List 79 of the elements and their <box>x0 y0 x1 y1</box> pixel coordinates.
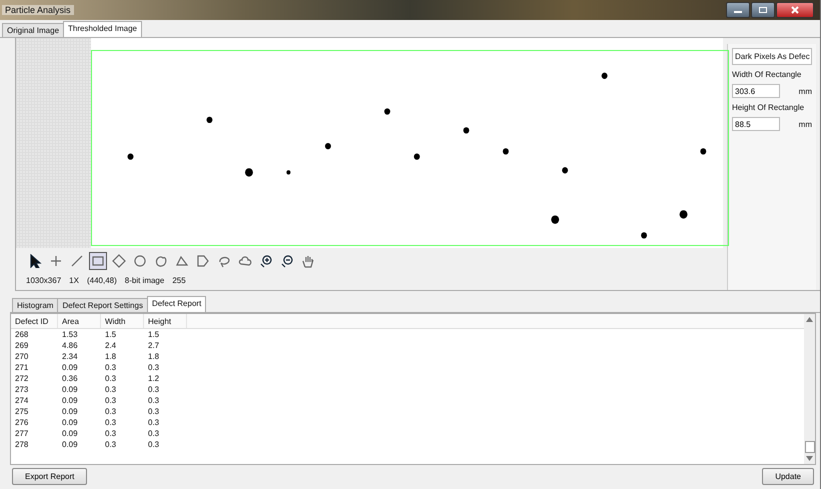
status-text: (440,48) <box>86 276 117 285</box>
table-cell-text: 268 <box>14 330 30 339</box>
table-cell-text: 0.3 <box>104 407 118 416</box>
table-cell-text: 0.3 <box>104 440 118 449</box>
minimize-button[interactable] <box>726 2 750 18</box>
unit-label: mm <box>798 120 812 128</box>
tab[interactable]: Defect Report <box>146 296 206 312</box>
table-cell-text: 1.8 <box>147 352 160 361</box>
table-cell-text: 1.5 <box>104 330 118 339</box>
tab[interactable]: Original Image <box>2 23 64 37</box>
window-title: Particle Analysis <box>2 5 74 15</box>
table-cell-text: 0.09 <box>61 429 79 438</box>
maximize-button[interactable] <box>751 2 775 18</box>
tab[interactable]: Histogram <box>12 298 58 312</box>
table-cell-text: 0.3 <box>104 396 118 405</box>
status-text: 1030x367 <box>26 276 62 285</box>
width-field[interactable]: 303.6 <box>732 84 780 98</box>
table-cell-text: 2.4 <box>104 341 118 350</box>
tab[interactable]: Thresholded Image <box>63 21 142 37</box>
table-cell-text: 0.3 <box>104 429 118 438</box>
rectangle-tool-icon[interactable] <box>89 252 107 270</box>
column-header[interactable]: Width <box>101 314 144 328</box>
field-label: Width Of Rectangle <box>732 70 802 79</box>
maximize-icon <box>758 6 768 14</box>
table-cell-text: 273 <box>14 385 30 394</box>
table-cell-text: 275 <box>14 407 30 416</box>
table-cell-text: 0.3 <box>104 374 118 383</box>
table-cell-text: 272 <box>14 374 30 383</box>
table-cell-text: 0.3 <box>104 385 118 394</box>
tab[interactable]: Defect Report Settings <box>57 298 148 312</box>
table-cell-text: 4.86 <box>61 341 79 350</box>
column-header[interactable]: Area <box>58 314 101 328</box>
table-cell-text: 2.7 <box>147 341 160 350</box>
table-cell-text: 1.8 <box>104 352 118 361</box>
table-cell-text: 0.09 <box>61 396 79 405</box>
status-text: 1X <box>69 276 79 285</box>
table-cell-text: 276 <box>14 418 30 427</box>
table-cell-text: 0.3 <box>147 429 160 438</box>
update-button[interactable]: Update <box>762 468 814 485</box>
table-cell-text: 0.36 <box>61 374 79 383</box>
table-cell-text: 274 <box>14 396 30 405</box>
table-cell-text: 0.3 <box>147 418 160 427</box>
table-cell-text: 0.09 <box>61 363 79 372</box>
export-report-button[interactable]: Export Report <box>12 468 88 485</box>
status-text: 255 <box>172 276 186 285</box>
table-cell-text: 270 <box>14 352 30 361</box>
table-cell-text: 0.09 <box>61 407 79 416</box>
table-cell-text: 277 <box>14 429 30 438</box>
table-cell-text: 0.3 <box>104 418 118 427</box>
table-cell-text: 0.09 <box>61 385 79 394</box>
diamond-tool-icon[interactable] <box>110 252 128 270</box>
table-cell-text: 1.53 <box>61 330 79 339</box>
column-header[interactable]: Height <box>144 314 187 328</box>
table-cell-text: 1.2 <box>147 374 160 383</box>
table-cell-text: 0.09 <box>61 440 79 449</box>
unit-label: mm <box>798 86 812 96</box>
defect-mode-dropdown[interactable]: Dark Pixels As Defec <box>732 48 812 65</box>
table-cell-text: 278 <box>14 440 30 449</box>
table-cell-text: 0.3 <box>147 385 160 394</box>
table-cell-text: 0.3 <box>147 440 160 449</box>
table-cell-text: 2.34 <box>61 352 79 361</box>
table-cell-text: 0.3 <box>147 407 160 416</box>
status-text: 8-bit image <box>124 276 164 285</box>
scrollbar[interactable] <box>804 314 815 464</box>
table-cell-text: 0.3 <box>104 363 118 372</box>
close-button[interactable] <box>776 2 814 18</box>
field-label: Height Of Rectangle <box>732 103 806 112</box>
table-cell-text: 271 <box>14 363 30 372</box>
table-cell-text: 0.3 <box>147 396 160 405</box>
scrollbar-thumb[interactable] <box>804 441 814 453</box>
table-cell-text: 0.3 <box>147 363 160 372</box>
table-cell-text: 1.5 <box>147 330 160 339</box>
height-field[interactable]: 88.5 <box>732 117 780 131</box>
table-cell-text: 269 <box>14 341 30 350</box>
scroll-down-icon[interactable] <box>806 456 813 461</box>
close-icon <box>790 6 800 14</box>
table-cell-text: 0.09 <box>61 418 79 427</box>
column-header[interactable]: Defect ID <box>11 314 58 328</box>
scroll-up-icon[interactable] <box>806 317 813 322</box>
